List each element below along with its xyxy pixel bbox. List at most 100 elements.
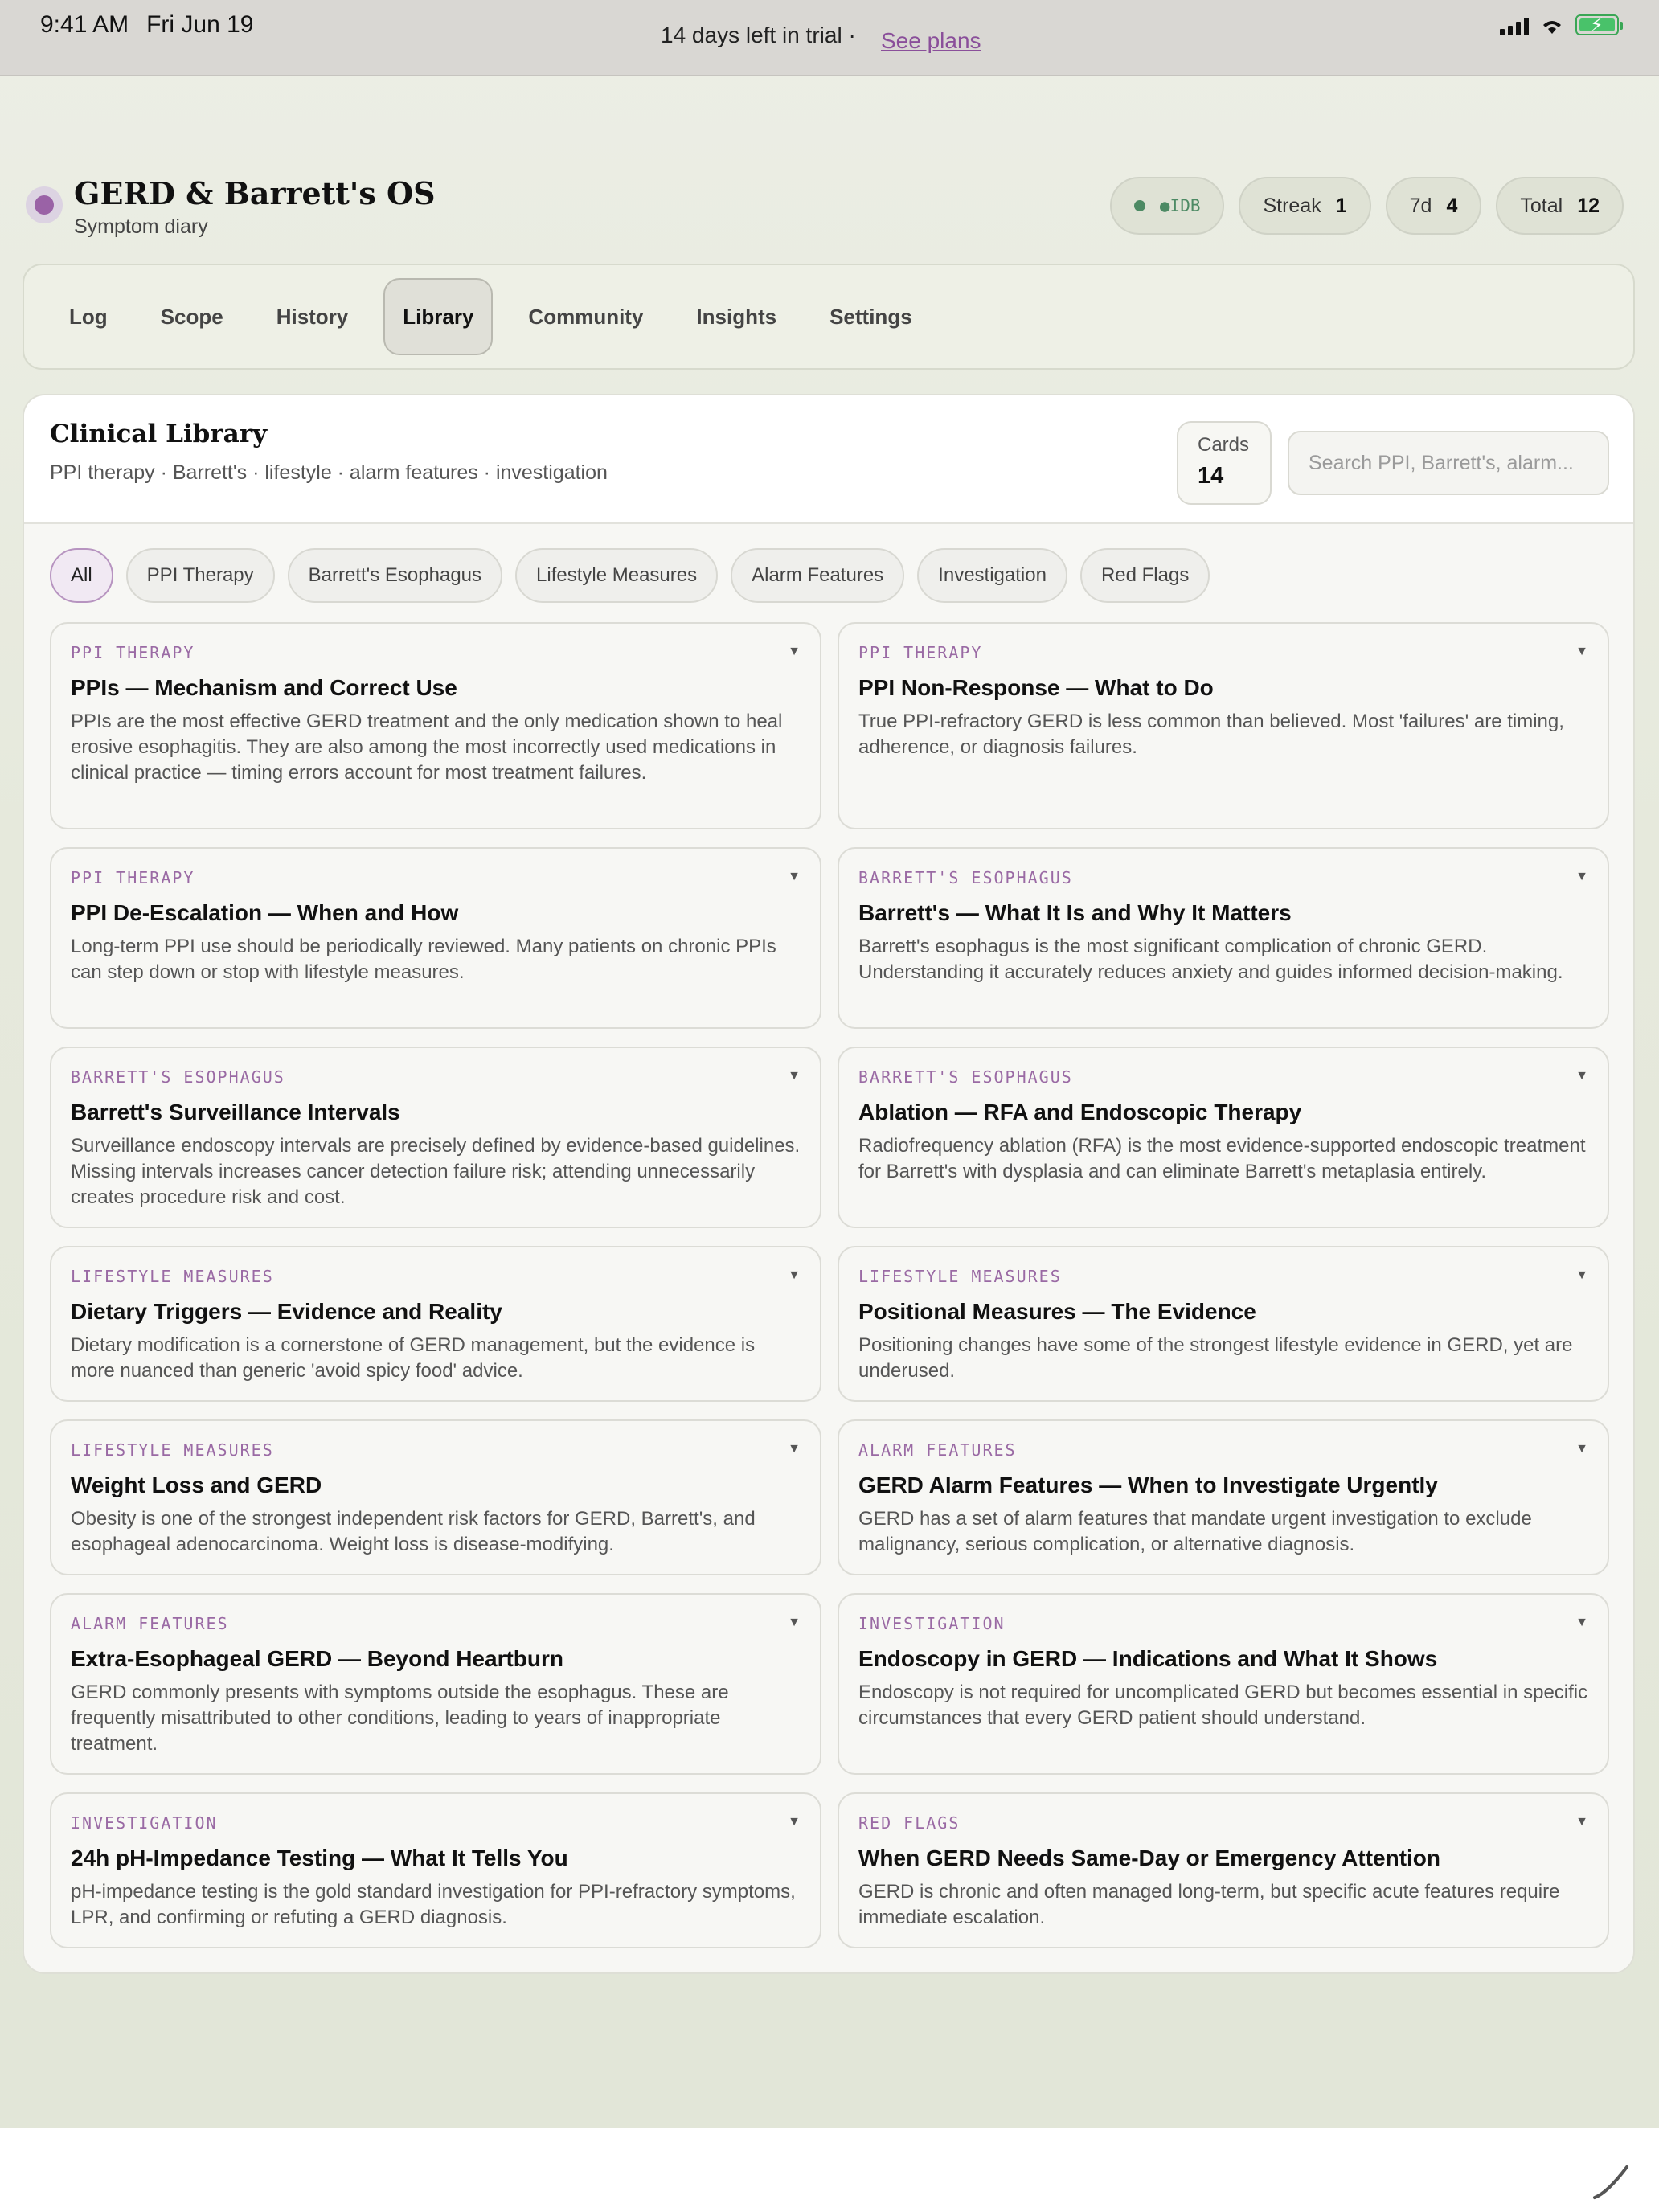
library-header: Clinical Library PPI therapy · Barrett's… (24, 395, 1633, 524)
library-card[interactable]: Barrett's Esophagus ▼ Barrett's — What I… (838, 847, 1609, 1029)
card-title: PPI De-Escalation — When and How (71, 900, 459, 925)
card-title: PPI Non-Response — What to Do (858, 675, 1214, 700)
library-card[interactable]: Investigation ▼ Endoscopy in GERD — Indi… (838, 1593, 1609, 1775)
signal-icon (1500, 18, 1529, 35)
card-category: Lifestyle Measures (71, 1267, 274, 1286)
card-description: Radiofrequency ablation (RFA) is the mos… (858, 1135, 1586, 1182)
card-title: Weight Loss and GERD (71, 1473, 322, 1497)
library-card[interactable]: Alarm Features ▼ Extra-Esophageal GERD —… (50, 1593, 821, 1775)
filter-investigation[interactable]: Investigation (917, 548, 1067, 603)
card-category: Lifestyle Measures (71, 1440, 274, 1460)
card-title: Ablation — RFA and Endoscopic Therapy (858, 1100, 1302, 1124)
card-category: PPI Therapy (858, 643, 983, 662)
caret-down-icon[interactable]: ▼ (1575, 645, 1588, 659)
card-description: GERD is chronic and often managed long-t… (858, 1881, 1560, 1928)
idb-status-badge: ●IDB (1109, 177, 1225, 235)
filter-all[interactable]: All (50, 548, 113, 603)
streak-value: 1 (1335, 194, 1347, 217)
card-title: PPIs — Mechanism and Correct Use (71, 675, 457, 700)
card-title: Endoscopy in GERD — Indications and What… (858, 1646, 1438, 1671)
library-card[interactable]: Red Flags ▼ When GERD Needs Same-Day or … (838, 1792, 1609, 1948)
library-card[interactable]: Investigation ▼ 24h pH-Impedance Testing… (50, 1792, 821, 1948)
library-card[interactable]: Lifestyle Measures ▼ Positional Measures… (838, 1246, 1609, 1402)
card-description: PPIs are the most effective GERD treatme… (71, 711, 783, 784)
card-description: Barrett's esophagus is the most signific… (858, 936, 1563, 983)
filter-red-flags[interactable]: Red Flags (1079, 548, 1210, 603)
caret-down-icon[interactable]: ▼ (1575, 1069, 1588, 1083)
library-card[interactable]: Barrett's Esophagus ▼ Ablation — RFA and… (838, 1047, 1609, 1228)
library-card[interactable]: PPI Therapy ▼ PPI De-Escalation — When a… (50, 847, 821, 1029)
caret-down-icon[interactable]: ▼ (788, 1268, 801, 1283)
status-dot-icon (1133, 200, 1145, 211)
total-value: 12 (1577, 194, 1600, 217)
card-category: Barrett's Esophagus (71, 1067, 285, 1087)
card-title: Positional Measures — The Evidence (858, 1299, 1256, 1324)
library-card[interactable]: PPI Therapy ▼ PPI Non-Response — What to… (838, 622, 1609, 830)
library-card[interactable]: Lifestyle Measures ▼ Dietary Triggers — … (50, 1246, 821, 1402)
main-nav: Log Scope History Library Community Insi… (23, 264, 1635, 370)
card-title: Barrett's — What It Is and Why It Matter… (858, 900, 1292, 925)
tab-library[interactable]: Library (383, 278, 494, 355)
app-subtitle: Symptom diary (74, 215, 208, 238)
card-title: GERD Alarm Features — When to Investigat… (858, 1473, 1438, 1497)
library-title: Clinical Library (50, 420, 268, 449)
trial-notice: 14 days left in trial · (661, 23, 856, 47)
caret-down-icon[interactable]: ▼ (1575, 1815, 1588, 1829)
streak-badge: Streak 1 (1239, 177, 1371, 235)
week-count-badge: 7d 4 (1385, 177, 1482, 235)
tab-settings[interactable]: Settings (812, 278, 930, 355)
cards-count: 14 (1198, 463, 1224, 489)
cards-count-box: Cards 14 (1177, 421, 1272, 505)
card-title: Extra-Esophageal GERD — Beyond Heartburn (71, 1646, 564, 1671)
status-time: 9:41 AM Fri Jun 19 (40, 11, 253, 39)
see-plans-link[interactable]: See plans (881, 28, 981, 54)
library-search-input[interactable] (1288, 431, 1609, 495)
card-category: Red Flags (858, 1813, 961, 1833)
caret-down-icon[interactable]: ▼ (1575, 1616, 1588, 1630)
library-card[interactable]: Barrett's Esophagus ▼ Barrett's Surveill… (50, 1047, 821, 1228)
total-count-badge: Total 12 (1496, 177, 1624, 235)
card-category: Investigation (71, 1813, 218, 1833)
card-description: True PPI-refractory GERD is less common … (858, 711, 1564, 758)
tab-log[interactable]: Log (51, 278, 125, 355)
tab-community[interactable]: Community (510, 278, 661, 355)
card-title: Dietary Triggers — Evidence and Reality (71, 1299, 502, 1324)
clock: 9:41 AM (40, 11, 129, 38)
library-card[interactable]: Alarm Features ▼ GERD Alarm Features — W… (838, 1419, 1609, 1575)
tab-insights[interactable]: Insights (678, 278, 794, 355)
week-value: 4 (1446, 194, 1458, 217)
card-category: PPI Therapy (71, 868, 195, 887)
caret-down-icon[interactable]: ▼ (788, 1616, 801, 1630)
week-label: 7d (1409, 194, 1432, 217)
caret-down-icon[interactable]: ▼ (788, 1069, 801, 1083)
card-description: Positioning changes have some of the str… (858, 1334, 1573, 1382)
tab-scope[interactable]: Scope (143, 278, 241, 355)
pencil-icon[interactable] (1591, 2161, 1632, 2201)
status-icons: ⚡ (1500, 14, 1623, 36)
caret-down-icon[interactable]: ▼ (1575, 870, 1588, 884)
caret-down-icon[interactable]: ▼ (1575, 1268, 1588, 1283)
card-category: Barrett's Esophagus (858, 868, 1073, 887)
library-card[interactable]: Lifestyle Measures ▼ Weight Loss and GER… (50, 1419, 821, 1575)
status-bar: 9:41 AM Fri Jun 19 14 days left in trial … (0, 0, 1659, 76)
card-description: Dietary modification is a cornerstone of… (71, 1334, 756, 1382)
caret-down-icon[interactable]: ▼ (788, 645, 801, 659)
category-filters: All PPI Therapy Barrett's Esophagus Life… (50, 548, 1210, 603)
caret-down-icon[interactable]: ▼ (1575, 1442, 1588, 1456)
bottom-area (0, 2128, 1659, 2212)
idb-label: ●IDB (1159, 196, 1201, 215)
battery-charging-icon: ⚡ (1575, 14, 1623, 36)
filter-lifestyle-measures[interactable]: Lifestyle Measures (515, 548, 719, 603)
tab-history[interactable]: History (259, 278, 367, 355)
caret-down-icon[interactable]: ▼ (788, 1442, 801, 1456)
card-title: Barrett's Surveillance Intervals (71, 1100, 400, 1124)
filter-barretts-esophagus[interactable]: Barrett's Esophagus (287, 548, 503, 603)
filter-alarm-features[interactable]: Alarm Features (731, 548, 905, 603)
total-label: Total (1520, 194, 1563, 217)
library-card[interactable]: PPI Therapy ▼ PPIs — Mechanism and Corre… (50, 622, 821, 830)
card-category: Lifestyle Measures (858, 1267, 1062, 1286)
filter-ppi-therapy[interactable]: PPI Therapy (125, 548, 275, 603)
caret-down-icon[interactable]: ▼ (788, 870, 801, 884)
caret-down-icon[interactable]: ▼ (788, 1815, 801, 1829)
card-title: 24h pH-Impedance Testing — What It Tells… (71, 1845, 568, 1870)
